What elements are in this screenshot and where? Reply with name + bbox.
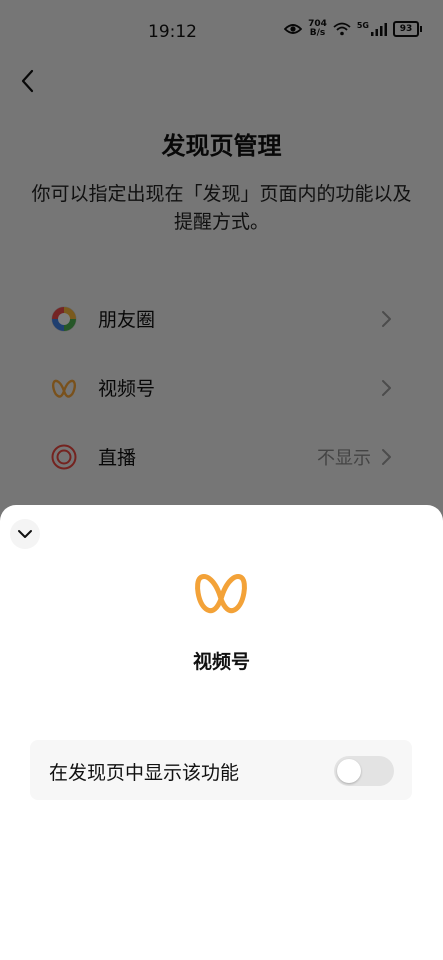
show-in-discover-toggle[interactable] bbox=[334, 756, 394, 786]
chevron-down-icon bbox=[18, 530, 32, 538]
show-in-discover-row: 在发现页中显示该功能 bbox=[30, 740, 412, 800]
toggle-label: 在发现页中显示该功能 bbox=[49, 762, 240, 784]
collapse-sheet-button[interactable] bbox=[10, 519, 40, 549]
channels-icon bbox=[195, 574, 247, 614]
channels-bottom-sheet: 视频号 在发现页中显示该功能 bbox=[0, 505, 443, 960]
sheet-title: 视频号 bbox=[192, 651, 250, 673]
toggle-knob bbox=[337, 759, 361, 783]
